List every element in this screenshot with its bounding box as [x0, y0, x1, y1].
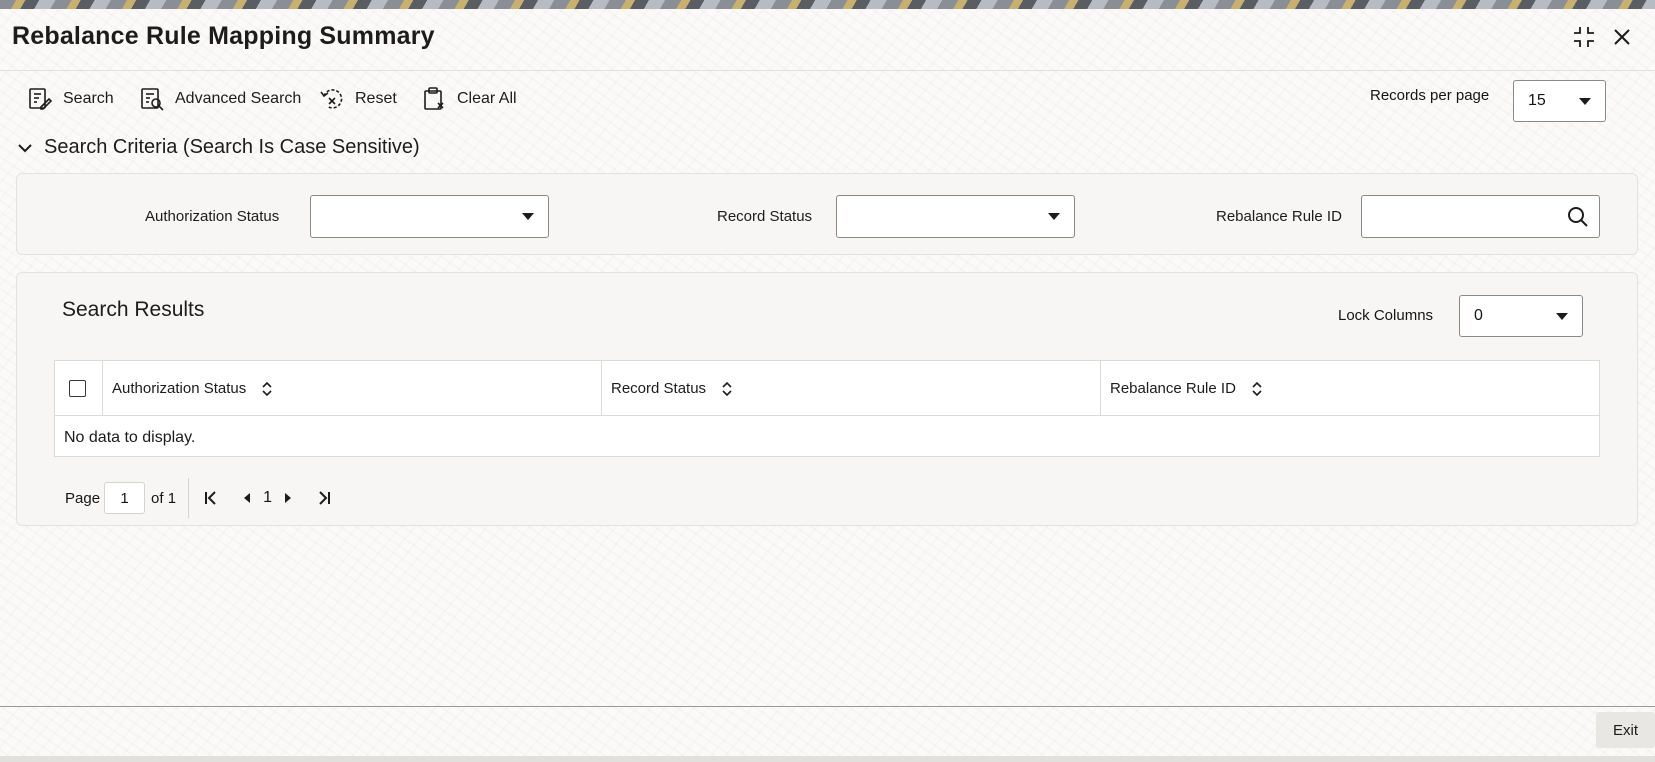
advanced-search-button[interactable]: Advanced Search: [139, 84, 301, 114]
pagination: Page 1 of 1 1: [65, 478, 334, 518]
column-divider: [102, 361, 103, 416]
close-icon[interactable]: [1609, 24, 1635, 50]
authorization-status-select[interactable]: [310, 195, 549, 238]
search-edit-icon: [29, 88, 53, 110]
lock-columns-select[interactable]: 0: [1459, 295, 1583, 337]
search-button-label: Search: [63, 90, 114, 107]
table-header-row: Authorization Status Record Status Rebal…: [55, 361, 1599, 416]
empty-table-message: No data to display.: [64, 429, 196, 446]
chevron-down-icon: [1579, 97, 1591, 105]
authorization-status-label: Authorization Status: [145, 208, 280, 225]
current-page-number[interactable]: 1: [263, 489, 272, 507]
sort-icon: [1252, 381, 1262, 396]
sort-icon: [262, 381, 272, 396]
search-criteria-panel: Authorization Status Record Status Rebal…: [16, 173, 1638, 255]
page-label: Page: [65, 489, 101, 507]
chevron-down-icon: [1048, 213, 1060, 220]
bottom-strip: [0, 756, 1655, 762]
results-table: Authorization Status Record Status Rebal…: [54, 360, 1600, 457]
first-page-icon[interactable]: [201, 488, 221, 508]
column-header-authorization-status[interactable]: Authorization Status: [112, 361, 274, 416]
clear-all-button-label: Clear All: [457, 90, 517, 107]
search-icon[interactable]: [1567, 206, 1589, 228]
column-header-record-status[interactable]: Record Status: [611, 361, 734, 416]
reset-button-label: Reset: [355, 90, 397, 107]
record-status-select[interactable]: [836, 195, 1075, 238]
page-number-input[interactable]: 1: [104, 482, 146, 514]
page-title: Rebalance Rule Mapping Summary: [12, 22, 435, 50]
page-number-input-value: 1: [120, 489, 129, 507]
page-count-label: of 1: [151, 489, 177, 507]
column-divider: [601, 361, 602, 416]
column-header-label: Record Status: [611, 380, 707, 397]
advanced-search-icon: [141, 88, 164, 111]
records-per-page-select[interactable]: 15: [1513, 80, 1606, 122]
column-header-rebalance-rule-id[interactable]: Rebalance Rule ID: [1110, 361, 1264, 416]
next-page-icon[interactable]: [278, 488, 298, 508]
minimize-icon[interactable]: [1571, 24, 1597, 50]
lock-columns-value: 0: [1474, 307, 1483, 324]
search-criteria-heading: Search Criteria (Search Is Case Sensitiv…: [44, 136, 420, 158]
reset-icon: [320, 89, 343, 109]
chevron-down-icon: [1556, 312, 1568, 320]
column-header-label: Authorization Status: [112, 380, 247, 397]
records-per-page-label: Records per page: [1370, 87, 1490, 104]
sort-icon: [722, 381, 732, 396]
rebalance-rule-id-label: Rebalance Rule ID: [1216, 208, 1342, 225]
select-all-checkbox[interactable]: [69, 380, 86, 397]
column-header-label: Rebalance Rule ID: [1110, 380, 1236, 397]
search-button[interactable]: Search: [27, 84, 114, 114]
records-per-page-value: 15: [1528, 92, 1546, 109]
pager-divider: [188, 478, 190, 518]
column-divider: [1100, 361, 1101, 416]
clipboard-clear-icon: [424, 87, 444, 110]
chevron-down-icon: [18, 143, 32, 152]
advanced-search-button-label: Advanced Search: [175, 90, 302, 107]
footer-divider: [0, 706, 1655, 707]
search-criteria-toggle[interactable]: Search Criteria (Search Is Case Sensitiv…: [16, 136, 420, 159]
clear-all-button[interactable]: Clear All: [421, 84, 517, 114]
chevron-down-icon: [522, 213, 534, 220]
rebalance-rule-id-input[interactable]: [1361, 195, 1600, 238]
exit-button[interactable]: Exit: [1596, 712, 1655, 748]
top-banner-strip: [0, 0, 1655, 9]
record-status-label: Record Status: [717, 208, 813, 225]
reset-button[interactable]: Reset: [319, 84, 397, 114]
title-divider: [0, 70, 1655, 71]
lock-columns-label: Lock Columns: [1338, 307, 1434, 324]
search-results-title: Search Results: [62, 298, 205, 321]
previous-page-icon[interactable]: [237, 488, 257, 508]
last-page-icon[interactable]: [314, 488, 334, 508]
